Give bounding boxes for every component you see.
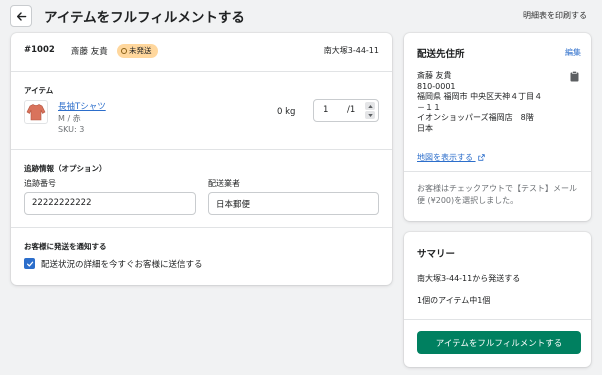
shipping-method-note: お客様はチェックアウトで【テスト】メール便 (¥200)を選択しました。 bbox=[417, 184, 577, 205]
address-line: イオンショッパーズ福岡店 8階 bbox=[417, 113, 534, 123]
notify-customer-label[interactable]: 配送状況の詳細を今すぐお客様に送信する bbox=[41, 258, 203, 270]
notify-section-label: お客様に発送を通知する bbox=[24, 242, 107, 251]
page-title: アイテムをフルフィルメントする bbox=[44, 10, 245, 26]
divider bbox=[404, 319, 591, 320]
divider bbox=[11, 227, 392, 228]
ship-from-text: 南大塚3-44-11から発送する bbox=[417, 274, 521, 283]
shipping-address-title: 配送先住所 bbox=[417, 49, 465, 60]
fulfillment-card: #1002 斎藤 友貴 未発送 南大塚3-44-11 アイテム 長袖Tシャツ M… bbox=[11, 33, 392, 285]
customer-name: 斎藤 友貴 bbox=[71, 47, 108, 57]
carrier-input[interactable]: 日本郵便 bbox=[208, 192, 379, 215]
address-line: 810-0001 bbox=[417, 81, 456, 91]
divider bbox=[11, 71, 392, 72]
status-badge-label: 未発送 bbox=[129, 46, 152, 55]
tracking-section-label: 追跡情報（オプション） bbox=[24, 164, 107, 173]
summary-card: サマリー 南大塚3-44-11から発送する 1個のアイテム中1個 アイテムをフル… bbox=[404, 232, 591, 367]
fulfillment-location: 南大塚3-44-11 bbox=[323, 46, 379, 55]
address-line: 日本 bbox=[417, 123, 433, 133]
address-line: －１１ bbox=[417, 102, 441, 112]
stepper-controls bbox=[365, 102, 375, 119]
product-link[interactable]: 長袖Tシャツ bbox=[58, 100, 106, 112]
edit-address-link[interactable]: 編集 bbox=[565, 47, 581, 58]
product-weight: 0 kg bbox=[277, 107, 296, 117]
notify-customer-checkbox[interactable] bbox=[24, 258, 35, 269]
status-badge: 未発送 bbox=[117, 44, 158, 58]
decrement-button[interactable] bbox=[365, 111, 375, 119]
checkmark-icon bbox=[26, 261, 33, 267]
fulfill-items-button[interactable]: アイテムをフルフィルメントする bbox=[417, 331, 581, 354]
caret-down-icon bbox=[367, 113, 373, 117]
external-link-icon bbox=[477, 154, 485, 161]
view-map-label: 地図を表示する bbox=[417, 153, 473, 162]
product-sku: SKU: 3 bbox=[58, 125, 85, 134]
quantity-value[interactable]: 1 bbox=[323, 105, 328, 115]
address-line: 福岡県 福岡市 中央区天神４丁目４ bbox=[417, 92, 543, 102]
tracking-number-input[interactable]: 22222222222 bbox=[24, 192, 196, 215]
shipping-address-card: 配送先住所 編集 斎藤 友貴 810-0001 福岡県 福岡市 中央区天神４丁目… bbox=[404, 33, 591, 221]
arrow-left-icon bbox=[16, 11, 26, 21]
status-dot-icon bbox=[121, 48, 127, 54]
item-count-text: 1個のアイテム中1個 bbox=[417, 296, 491, 305]
view-map-link[interactable]: 地図を表示する bbox=[417, 152, 485, 163]
address-block: 斎藤 友貴 810-0001 福岡県 福岡市 中央区天神４丁目４ －１１ イオン… bbox=[417, 71, 542, 135]
product-variant: M / 赤 bbox=[58, 114, 81, 123]
quantity-stepper[interactable]: 1 /1 bbox=[313, 99, 379, 122]
quantity-total: /1 bbox=[347, 105, 356, 115]
tracking-number-label: 追跡番号 bbox=[24, 179, 56, 188]
address-line: 斎藤 友貴 bbox=[417, 71, 452, 80]
items-section-label: アイテム bbox=[24, 86, 54, 95]
divider bbox=[11, 149, 392, 150]
divider bbox=[404, 171, 591, 172]
print-packing-slip-link[interactable]: 明細表を印刷する bbox=[523, 10, 587, 21]
product-thumbnail bbox=[24, 100, 48, 124]
back-button[interactable] bbox=[10, 5, 32, 27]
caret-up-icon bbox=[367, 104, 373, 108]
shirt-icon bbox=[26, 104, 46, 121]
clipboard-copy-icon[interactable] bbox=[570, 71, 579, 82]
summary-title: サマリー bbox=[417, 249, 456, 260]
increment-button[interactable] bbox=[365, 102, 375, 110]
carrier-label: 配送業者 bbox=[208, 179, 240, 188]
order-number: #1002 bbox=[24, 45, 55, 55]
